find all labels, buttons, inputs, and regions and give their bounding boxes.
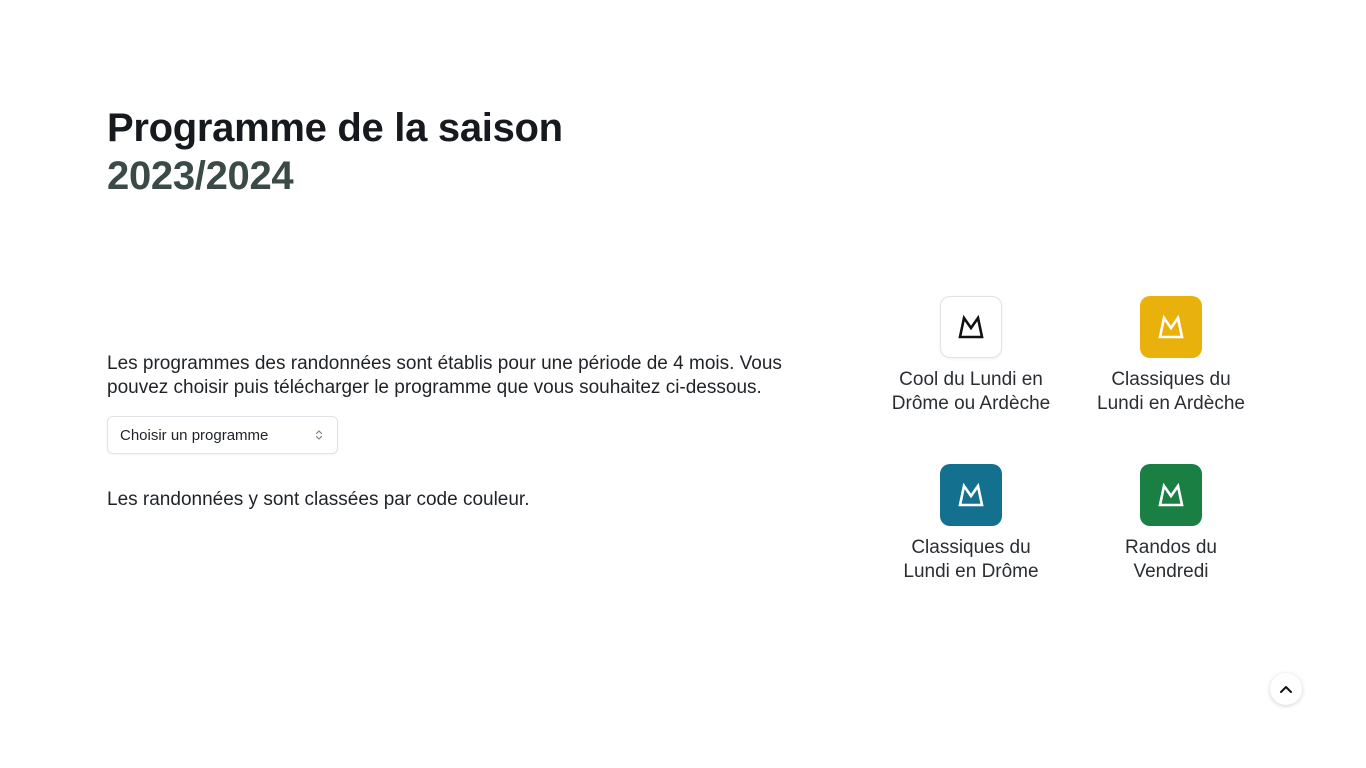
intro-text: Les programmes des randonnées sont établ… — [107, 353, 782, 398]
legend-label: Classiques du Lundi en Drôme — [903, 537, 1039, 582]
outro-text: Les randonnées y sont classées par code … — [107, 489, 530, 510]
mountain-icon — [1158, 314, 1184, 339]
legend-label: Randos du Vendredi — [1125, 537, 1217, 582]
legend-item-randos-vendredi: Randos du Vendredi — [1086, 464, 1256, 584]
legend-label: Classiques du Lundi en Ardèche — [1097, 369, 1245, 414]
legend-swatch-white — [940, 296, 1002, 358]
scroll-to-top-button[interactable] — [1270, 673, 1302, 705]
chevron-updown-icon — [315, 430, 323, 440]
mountain-icon — [1158, 482, 1184, 507]
legend-item-classiques-ardeche: Classiques du Lundi en Ardèche — [1086, 296, 1256, 416]
legend-item-cool-lundi: Cool du Lundi en Drôme ou Ardèche — [886, 296, 1056, 416]
legend-swatch-yellow — [1140, 296, 1202, 358]
title-line-1: Programme de la saison — [107, 106, 563, 150]
mountain-icon — [958, 314, 984, 339]
legend-item-classiques-drome: Classiques du Lundi en Drôme — [886, 464, 1056, 584]
page: Programme de la saison 2023/2024 Les pro… — [0, 0, 1366, 768]
legend-label: Cool du Lundi en Drôme ou Ardèche — [891, 369, 1051, 414]
legend-swatch-blue — [940, 464, 1002, 526]
legend-swatch-green — [1140, 464, 1202, 526]
page-title: Programme de la saison 2023/2024 — [107, 104, 563, 200]
chevron-up-icon — [1280, 686, 1292, 693]
title-season: 2023/2024 — [107, 154, 294, 198]
mountain-icon — [958, 482, 984, 507]
program-select-value: Choisir un programme — [120, 427, 269, 444]
program-select[interactable]: Choisir un programme — [107, 416, 338, 454]
